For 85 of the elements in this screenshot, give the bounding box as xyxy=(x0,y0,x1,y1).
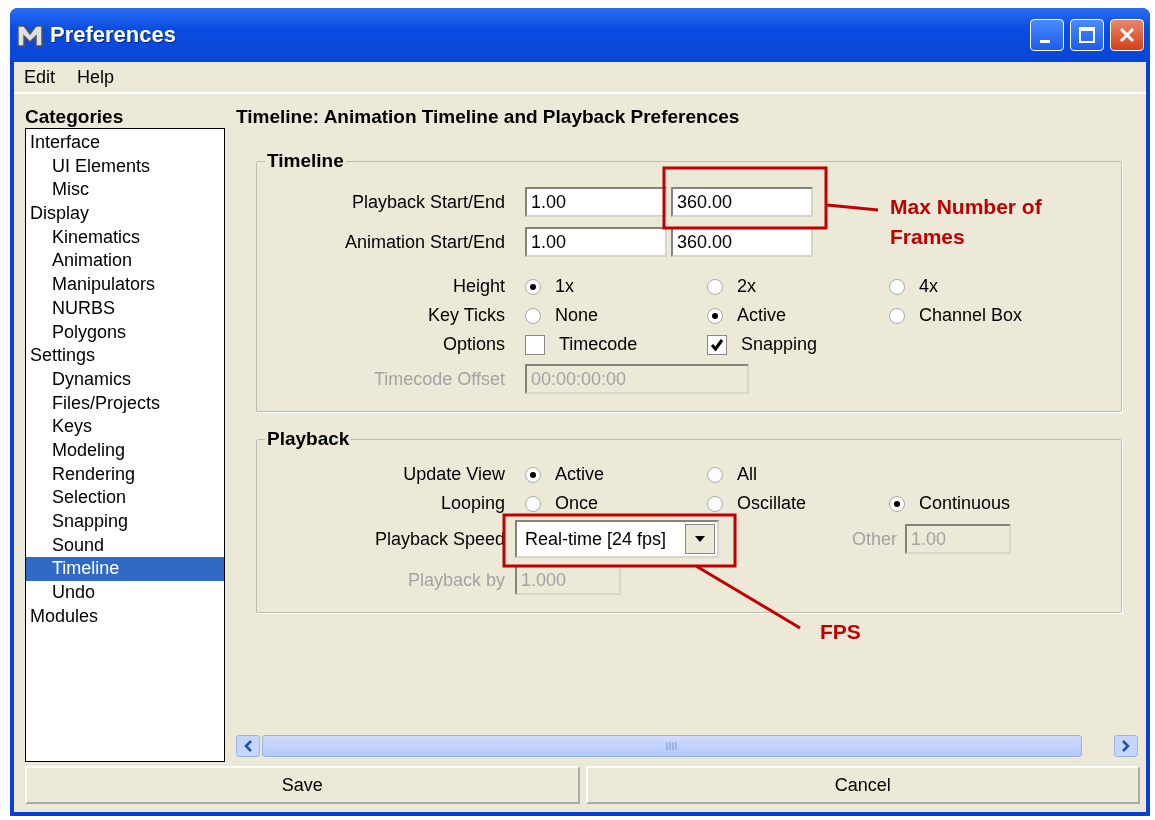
radio-button[interactable] xyxy=(889,278,905,295)
window-title: Preferences xyxy=(50,22,177,48)
category-item[interactable]: Interface xyxy=(26,131,224,155)
radio-button[interactable] xyxy=(707,466,723,483)
panel-title: Categories xyxy=(25,106,125,128)
category-item[interactable]: Undo xyxy=(26,581,224,605)
input-field[interactable]: 360.00 xyxy=(671,187,813,217)
category-item[interactable]: Snapping xyxy=(26,510,224,534)
radio-button[interactable] xyxy=(707,307,723,324)
field-label: Options xyxy=(441,334,506,355)
category-item[interactable]: Rendering xyxy=(26,462,224,487)
checkbox[interactable] xyxy=(525,334,545,355)
category-item[interactable]: Display xyxy=(26,202,224,226)
category-item[interactable]: Sound xyxy=(26,533,224,558)
app-icon xyxy=(16,22,44,48)
option-label: Channel Box xyxy=(919,305,1023,326)
maximize-button[interactable] xyxy=(1070,19,1104,51)
category-item[interactable]: Kinematics xyxy=(26,225,224,250)
field-label: Looping xyxy=(439,493,506,514)
input-field[interactable]: 1.00 xyxy=(525,227,667,257)
category-item[interactable]: Timeline xyxy=(26,557,224,582)
option-label: All xyxy=(737,464,757,485)
grip-icon xyxy=(665,742,679,750)
scroll-thumb[interactable] xyxy=(262,735,1082,757)
dropdown[interactable]: Real-time [24 fps] xyxy=(515,520,719,558)
checkbox[interactable] xyxy=(707,334,727,355)
group-title: Timeline xyxy=(266,150,345,172)
radio-button[interactable] xyxy=(525,466,541,483)
option-label: Active xyxy=(555,464,605,485)
field-label: Update View xyxy=(402,464,506,485)
cancel-button[interactable]: Cancel xyxy=(585,766,1140,804)
radio-button[interactable] xyxy=(525,278,541,295)
category-item[interactable]: UI Elements xyxy=(26,154,224,179)
field-label: Timecode Offset xyxy=(372,368,506,390)
scroll-left-icon[interactable] xyxy=(236,735,260,757)
option-label: Snapping xyxy=(741,334,818,355)
field-label: Height xyxy=(451,276,506,297)
category-item[interactable]: Misc xyxy=(26,178,224,203)
field-label: Animation Start/End xyxy=(343,231,506,253)
option-label: 2x xyxy=(737,276,756,297)
maximize-icon xyxy=(1078,26,1096,44)
option-label: 1x xyxy=(555,276,574,297)
category-item[interactable]: NURBS xyxy=(26,296,224,321)
scroll-right-icon[interactable] xyxy=(1114,735,1138,757)
minimize-icon xyxy=(1040,39,1050,43)
menu-item[interactable]: Help xyxy=(77,66,115,88)
category-item[interactable]: Animation xyxy=(26,249,224,274)
annotation-label: Max Number of Frames xyxy=(890,194,1042,250)
save-button[interactable]: Save xyxy=(25,766,580,804)
category-item[interactable]: Modeling xyxy=(26,438,224,463)
category-item[interactable]: Manipulators xyxy=(26,273,224,297)
page-title: Timeline: Animation Timeline and Playback Preferences xyxy=(236,106,741,129)
category-item[interactable]: Files/Projects xyxy=(26,391,224,416)
annotation-label: FPS xyxy=(820,619,861,645)
category-item[interactable]: Selection xyxy=(26,486,224,510)
radio-button[interactable] xyxy=(707,278,723,295)
field-label: Other xyxy=(851,528,897,550)
field-label: Playback Start/End xyxy=(350,191,506,213)
option-label: Active xyxy=(737,305,787,326)
minimize-button[interactable] xyxy=(1030,19,1064,51)
category-item[interactable]: Settings xyxy=(26,344,224,368)
radio-button[interactable] xyxy=(707,495,723,512)
field-label: Key Ticks xyxy=(426,305,506,326)
category-item[interactable]: Dynamics xyxy=(26,367,224,392)
option-label: Once xyxy=(555,493,599,514)
option-label: Continuous xyxy=(919,493,1011,514)
category-item[interactable]: Keys xyxy=(26,415,224,439)
close-button[interactable] xyxy=(1110,19,1144,51)
option-label: Timecode xyxy=(559,334,638,355)
radio-button[interactable] xyxy=(525,307,541,324)
category-item[interactable]: Polygons xyxy=(26,320,224,345)
input-field[interactable]: 1.00 xyxy=(525,187,667,217)
field-label: Playback by xyxy=(406,569,506,591)
radio-button[interactable] xyxy=(889,495,905,512)
close-icon xyxy=(1118,26,1136,44)
leader-line xyxy=(826,203,879,212)
caret-icon xyxy=(694,535,706,543)
radio-button[interactable] xyxy=(889,307,905,324)
radio-button[interactable] xyxy=(525,495,541,512)
option-label: Oscillate xyxy=(737,493,807,514)
category-item[interactable]: Modules xyxy=(26,604,224,629)
option-label: None xyxy=(555,305,599,326)
menu-item[interactable]: Edit xyxy=(24,66,56,88)
group-title: Playback xyxy=(266,428,351,450)
option-label: 4x xyxy=(919,276,938,297)
